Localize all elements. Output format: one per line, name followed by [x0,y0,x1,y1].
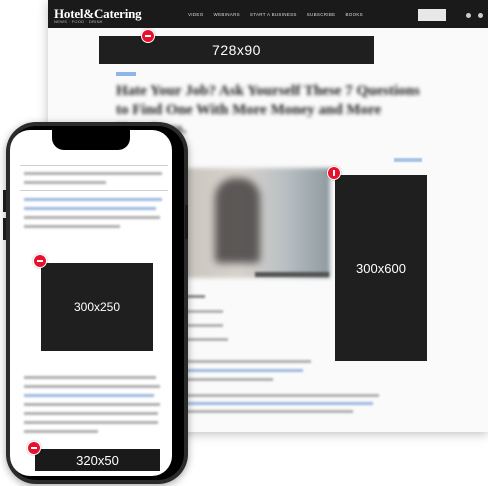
social-share-row [183,324,223,327]
phone-text-line [24,172,162,175]
phone-text-line [24,216,160,219]
body-text-link-line [183,369,303,372]
phone-text-line [24,412,158,415]
body-text-line [183,394,379,397]
phone-text-line [24,376,156,379]
phone-divider [20,190,168,191]
nav-item-video[interactable]: VIDEO [188,12,204,17]
body-text-line [183,410,353,413]
hero-image-subject [215,178,260,263]
header-promo-badge[interactable] [418,9,446,21]
phone-text-line [24,385,160,388]
medium-rectangle-ad-slot: 300x250 [41,263,153,351]
body-text-line [183,360,311,363]
body-text-line [183,378,273,381]
half-page-ad-slot: 300x600 [335,175,427,361]
phone-link-line [24,198,162,201]
red-circle-minus-icon [27,441,41,455]
phone-text-line [24,225,120,228]
article-share-link[interactable] [394,158,422,162]
site-nav: VIDEO WEBINARS START A BUSINESS SUBSCRIB… [188,12,363,17]
phone-text-line [24,181,106,184]
phone-divider [20,165,168,166]
social-share-row [183,310,223,313]
phone-notch [52,130,130,150]
nav-item-subscribe[interactable]: SUBSCRIBE [307,12,336,17]
site-header: Hotel&Catering NEWS · FOOD · DRINK VIDEO… [48,0,488,28]
red-circle-minus-icon [327,166,341,180]
red-circle-minus-icon [141,29,155,43]
leaderboard-ad-slot: 728x90 [99,36,374,64]
phone-text-line [24,430,98,433]
hero-image-caption-bar [255,272,329,277]
search-icon[interactable] [466,13,471,18]
phone-volume-button [3,218,6,240]
phone-power-button [185,205,188,239]
nav-item-webinars[interactable]: WEBINARS [214,12,240,17]
article-meta [183,338,228,341]
body-text-link-line [183,402,373,405]
phone-text-line [24,421,158,424]
account-icon[interactable] [478,13,483,18]
phone-volume-button [3,190,6,212]
phone-text-line [24,403,160,406]
nav-item-start-a-business[interactable]: START A BUSINESS [250,12,297,17]
mobile-banner-ad-slot: 320x50 [35,449,160,471]
phone-link-line [24,394,154,397]
nav-item-books[interactable]: BOOKS [345,12,363,17]
phone-link-line [24,207,156,210]
site-logo-tagline: NEWS · FOOD · DRINK [54,19,103,24]
article-category-tag [116,72,136,76]
red-circle-minus-icon [33,254,47,268]
ad-placement-illustration: Hotel&Catering NEWS · FOOD · DRINK VIDEO… [0,0,488,486]
